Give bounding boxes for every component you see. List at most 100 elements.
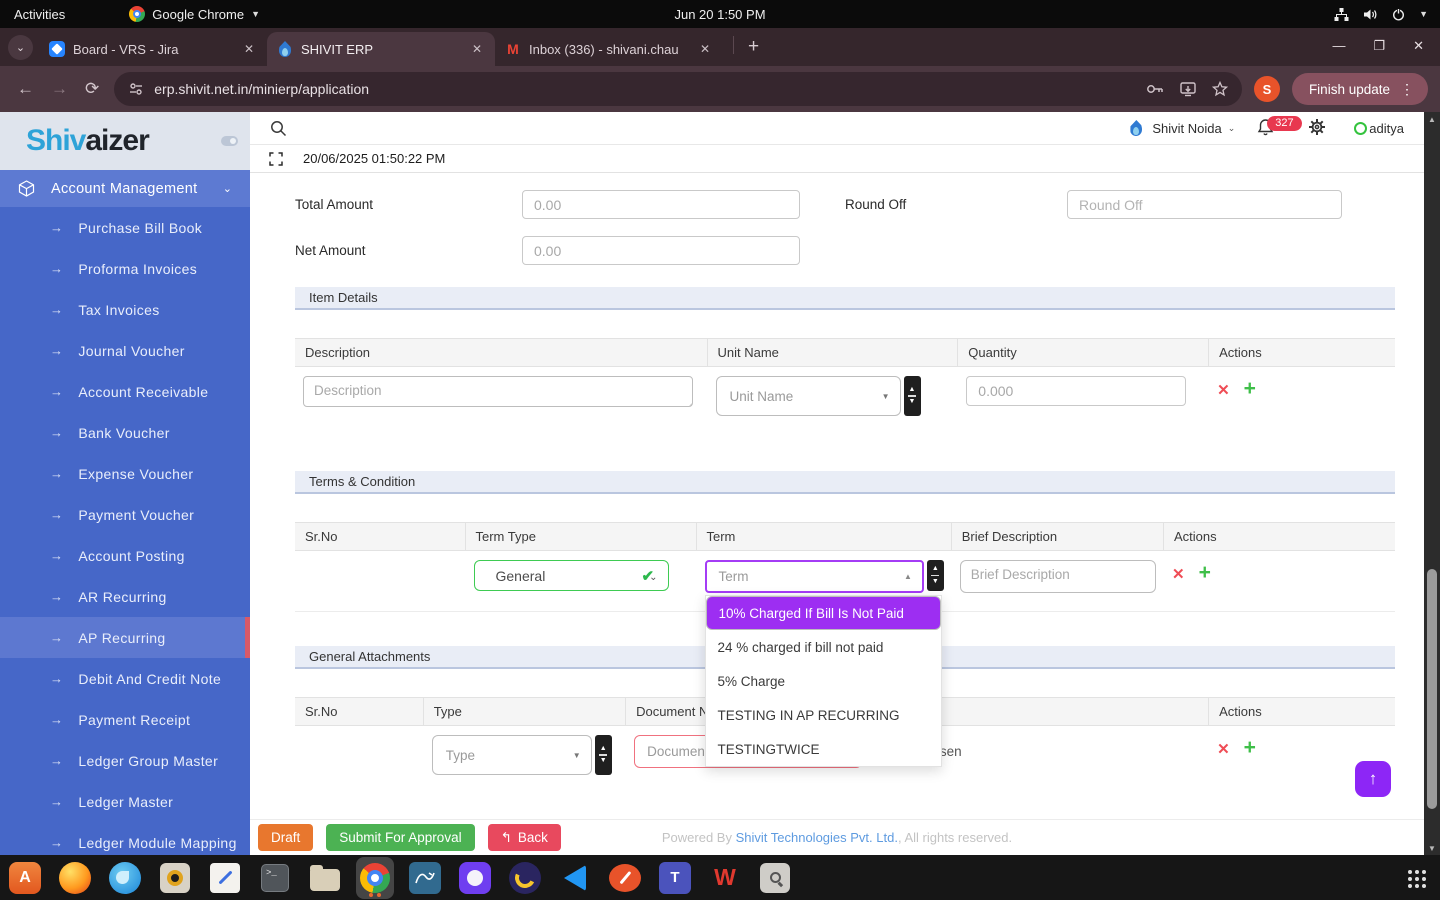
scrollbar-down-icon[interactable]: ▼ — [1424, 841, 1440, 855]
scrollbar-thumb[interactable] — [1427, 569, 1437, 809]
dock-thunderbird-icon[interactable] — [106, 859, 144, 897]
dock-eclipse-icon[interactable] — [506, 859, 544, 897]
dock-wps-office-icon[interactable]: W — [706, 859, 744, 897]
url-text[interactable]: erp.shivit.net.in/minierp/application — [154, 81, 1146, 97]
system-tray[interactable]: ▼ — [1334, 8, 1428, 21]
address-bar[interactable]: erp.shivit.net.in/minierp/application — [114, 72, 1242, 106]
dock-screenshot-icon[interactable] — [756, 859, 794, 897]
unit-name-spinner[interactable]: ▲▼ — [904, 376, 921, 416]
dock-rhythmbox-icon[interactable] — [156, 859, 194, 897]
shivit-link[interactable]: Shivit Technologies Pvt. Ltd. — [736, 830, 898, 845]
term-spinner[interactable]: ▲▼ — [927, 560, 944, 591]
show-applications-icon[interactable] — [1408, 870, 1426, 888]
sidebar-toggle-icon[interactable] — [221, 136, 238, 146]
remove-row-icon[interactable]: ✕ — [1217, 740, 1230, 758]
sidebar-item-ar-recurring[interactable]: →AR Recurring — [0, 576, 250, 617]
term-option[interactable]: 10% Charged If Bill Is Not Paid — [706, 596, 941, 630]
settings-button[interactable] — [1308, 118, 1326, 139]
sidebar-item-journal-voucher[interactable]: →Journal Voucher — [0, 330, 250, 371]
term-option[interactable]: TESTING IN AP RECURRING — [706, 698, 941, 732]
back-button[interactable]: ↰Back — [488, 824, 561, 851]
remove-row-icon[interactable]: ✕ — [1172, 565, 1185, 583]
sidebar-item-payment-voucher[interactable]: →Payment Voucher — [0, 494, 250, 535]
add-row-icon[interactable]: + — [1244, 381, 1256, 399]
term-option[interactable]: 5% Charge — [706, 664, 941, 698]
sidebar-item-debit-and-credit-note[interactable]: →Debit And Credit Note — [0, 658, 250, 699]
page-scrollbar[interactable]: ▲ ▼ — [1424, 112, 1440, 855]
sidebar-item-bank-voucher[interactable]: →Bank Voucher — [0, 412, 250, 453]
tab-jira[interactable]: Board - VRS - Jira ✕ — [39, 32, 267, 66]
tab-shivit-erp[interactable]: SHIVIT ERP ✕ — [267, 32, 495, 66]
company-selector[interactable]: Shivit Noida ⌄ — [1152, 121, 1235, 136]
term-select[interactable]: Term ▲ — [705, 560, 924, 593]
sidebar-item-ap-recurring[interactable]: →AP Recurring — [0, 617, 250, 658]
site-info-icon[interactable] — [128, 81, 144, 97]
round-off-field[interactable] — [1067, 190, 1342, 219]
total-amount-field[interactable] — [522, 190, 800, 219]
term-option[interactable]: 24 % charged if bill not paid — [706, 630, 941, 664]
back-icon[interactable]: ← — [17, 79, 34, 99]
tab-close-icon[interactable]: ✕ — [469, 42, 485, 56]
item-description-input[interactable] — [303, 376, 693, 407]
sidebar-item-payment-receipt[interactable]: →Payment Receipt — [0, 699, 250, 740]
new-tab-button[interactable]: + — [748, 36, 759, 58]
add-row-icon[interactable]: + — [1199, 565, 1211, 583]
add-row-icon[interactable]: + — [1244, 740, 1256, 758]
sidebar-item-tax-invoices[interactable]: →Tax Invoices — [0, 289, 250, 330]
sidebar-item-account-posting[interactable]: →Account Posting — [0, 535, 250, 576]
sidebar-item-account-receivable[interactable]: →Account Receivable — [0, 371, 250, 412]
install-app-icon[interactable] — [1180, 82, 1196, 97]
fullscreen-icon[interactable] — [269, 152, 283, 166]
term-type-select[interactable]: General ✔⌄ — [474, 560, 669, 591]
sidebar-item-purchase-bill-book[interactable]: →Purchase Bill Book — [0, 207, 250, 248]
sidebar-item-ledger-master[interactable]: →Ledger Master — [0, 781, 250, 822]
dock-terminal-icon[interactable]: >_ — [256, 859, 294, 897]
tab-gmail[interactable]: M Inbox (336) - shivani.chau ✕ — [495, 32, 723, 66]
notifications-button[interactable]: 327 — [1257, 118, 1274, 139]
sidebar-item-expense-voucher[interactable]: →Expense Voucher — [0, 453, 250, 494]
password-key-icon[interactable] — [1146, 82, 1164, 96]
tab-search-button[interactable]: ⌄ — [8, 35, 33, 60]
dock-chrome-icon[interactable] — [356, 859, 394, 897]
brief-description-input[interactable] — [960, 560, 1156, 593]
search-icon[interactable] — [270, 120, 287, 137]
sidebar-item-ledger-module-mapping[interactable]: →Ledger Module Mapping — [0, 822, 250, 855]
dock-ubuntu-software-icon[interactable]: A — [6, 859, 44, 897]
user-menu[interactable]: aditya — [1354, 121, 1404, 136]
restore-button[interactable]: ❐ — [1373, 38, 1385, 54]
dock-mysql-workbench-icon[interactable] — [406, 859, 444, 897]
attachment-type-spinner[interactable]: ▲▼ — [595, 735, 612, 775]
term-option[interactable]: TESTINGTWICE — [706, 732, 941, 766]
dock-files-icon[interactable] — [306, 859, 344, 897]
scrollbar-track[interactable] — [1424, 126, 1440, 841]
activities-button[interactable]: Activities — [14, 7, 65, 22]
tab-close-icon[interactable]: ✕ — [697, 42, 713, 56]
close-button[interactable]: ✕ — [1413, 38, 1424, 54]
unit-name-select[interactable]: Unit Name ▼ — [716, 376, 901, 416]
net-amount-field[interactable] — [522, 236, 800, 265]
dock-text-editor-icon[interactable] — [206, 859, 244, 897]
bookmark-star-icon[interactable] — [1212, 81, 1228, 97]
tab-close-icon[interactable]: ✕ — [241, 42, 257, 56]
attachment-type-select[interactable]: Type ▼ — [432, 735, 592, 775]
dock-vscode-icon[interactable] — [556, 859, 594, 897]
remove-row-icon[interactable]: ✕ — [1217, 381, 1230, 399]
finish-update-button[interactable]: Finish update ⋮ — [1292, 73, 1428, 105]
dock-github-icon[interactable] — [456, 859, 494, 897]
dock-teams-icon[interactable]: T — [656, 859, 694, 897]
scroll-to-top-button[interactable]: ↑ — [1355, 761, 1391, 797]
browser-menu-icon[interactable]: ⋮ — [1400, 81, 1414, 98]
draft-button[interactable]: Draft — [258, 824, 313, 851]
sidebar-item-ledger-group-master[interactable]: →Ledger Group Master — [0, 740, 250, 781]
sidebar-section-account-management[interactable]: Account Management ⌄ — [0, 170, 250, 207]
profile-avatar[interactable]: S — [1254, 76, 1280, 102]
submit-for-approval-button[interactable]: Submit For Approval — [326, 824, 474, 851]
sidebar-item-proforma-invoices[interactable]: →Proforma Invoices — [0, 248, 250, 289]
dock-sql-developer-icon[interactable] — [606, 859, 644, 897]
reload-icon[interactable]: ⟳ — [85, 79, 99, 99]
forward-icon[interactable]: → — [51, 79, 68, 99]
minimize-button[interactable]: — — [1332, 38, 1345, 54]
app-menu[interactable]: Google Chrome ▼ — [129, 6, 260, 22]
clock[interactable]: Jun 20 1:50 PM — [674, 7, 765, 22]
dock-firefox-icon[interactable] — [56, 859, 94, 897]
